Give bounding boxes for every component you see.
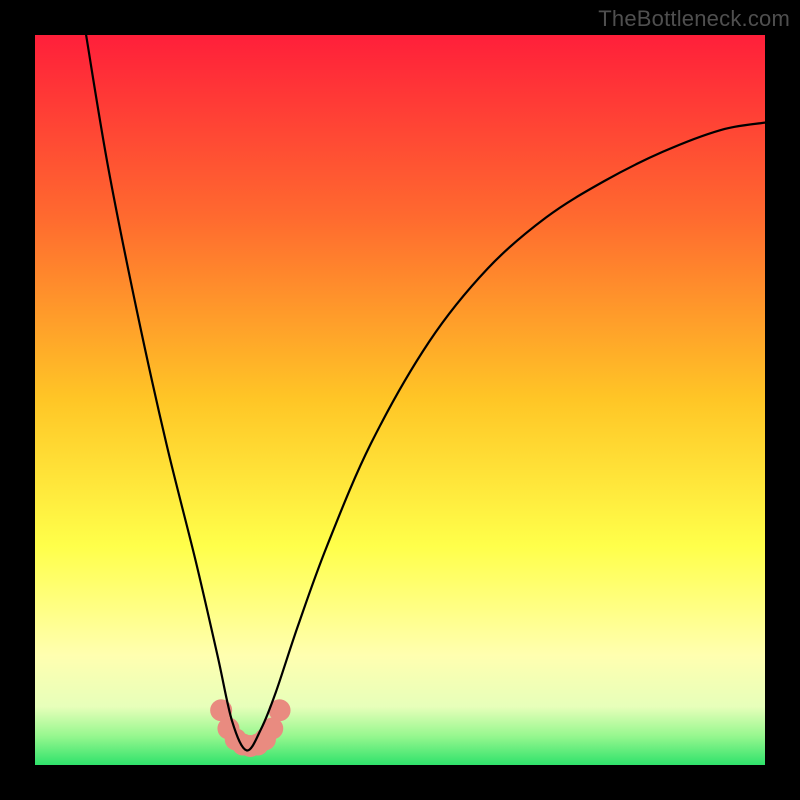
watermark-text: TheBottleneck.com (598, 6, 790, 32)
plot-area (35, 35, 765, 765)
chart-frame: TheBottleneck.com (0, 0, 800, 800)
plot-svg (35, 35, 765, 765)
gradient-background (35, 35, 765, 765)
